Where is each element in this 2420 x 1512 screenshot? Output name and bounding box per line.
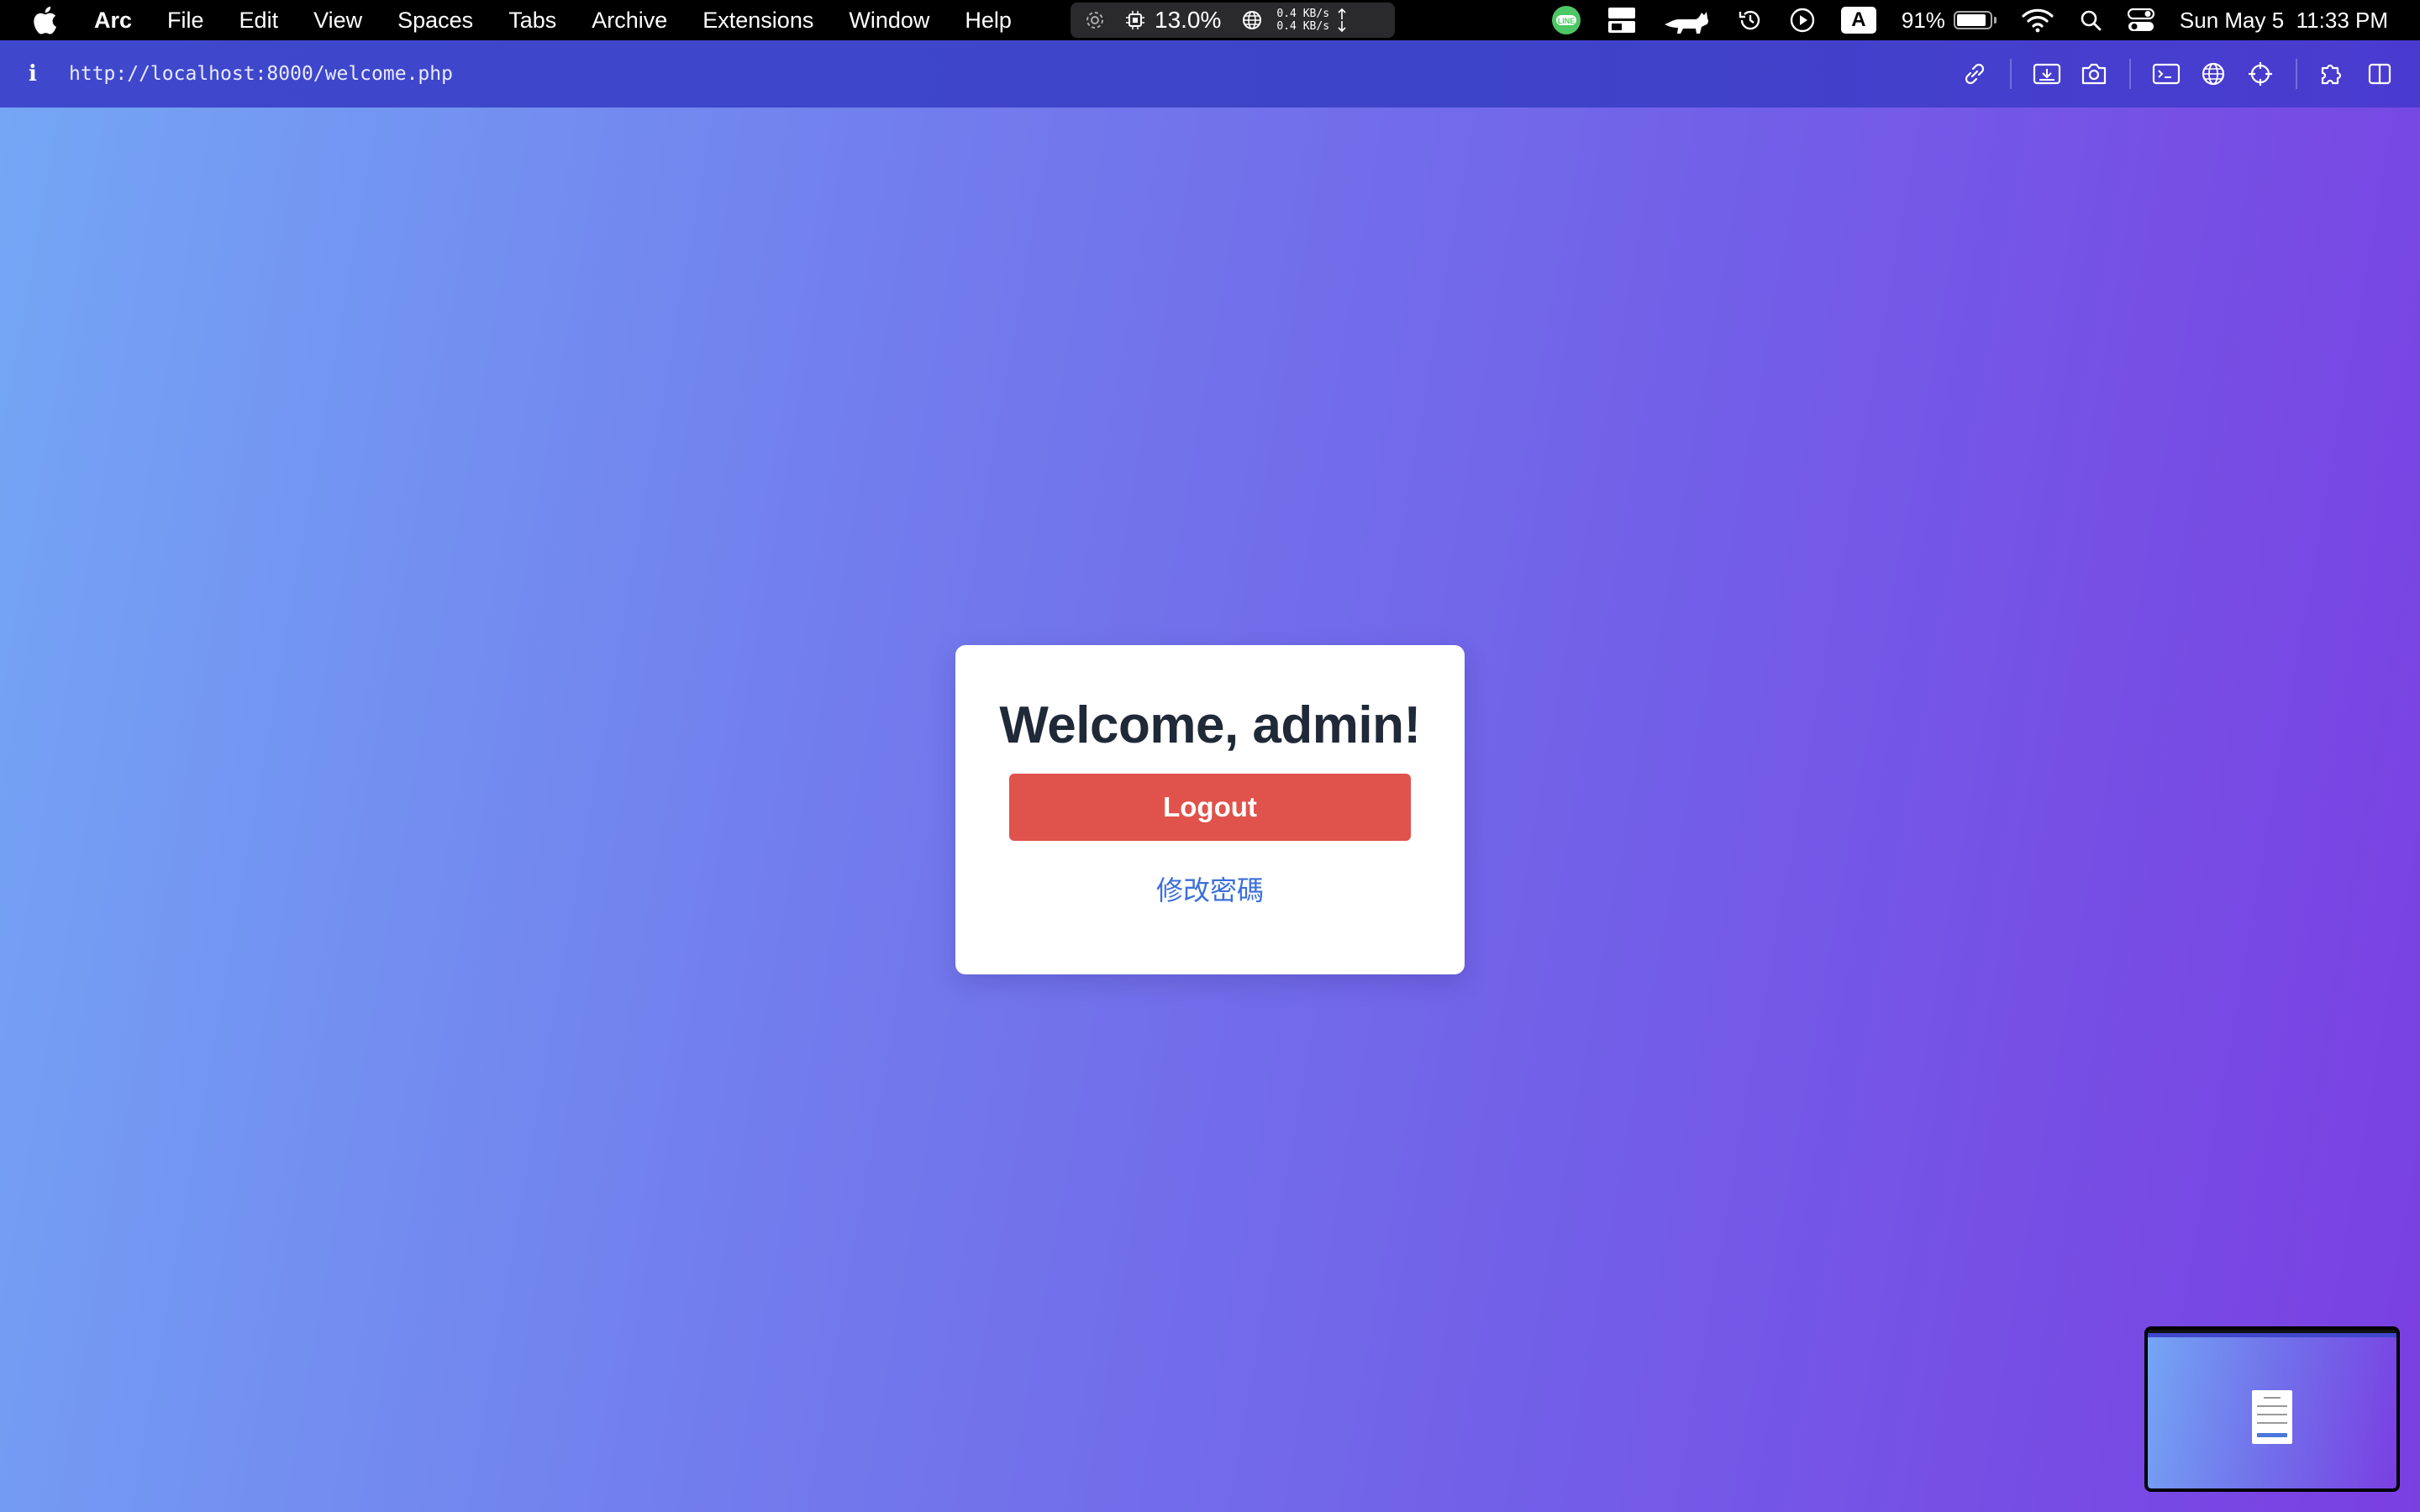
toolbar-divider bbox=[2296, 59, 2297, 89]
network-globe-icon bbox=[1239, 8, 1265, 33]
menu-help[interactable]: Help bbox=[965, 8, 1012, 34]
preview-screen bbox=[2148, 1330, 2396, 1488]
console-icon[interactable] bbox=[2143, 50, 2190, 97]
history-icon[interactable] bbox=[1737, 7, 1764, 34]
link-icon[interactable] bbox=[1951, 50, 1998, 97]
site-info-icon[interactable]: i bbox=[29, 61, 45, 87]
preview-login-card bbox=[2252, 1390, 2292, 1444]
menu-file[interactable]: File bbox=[167, 8, 204, 34]
screen-preview-thumbnail[interactable] bbox=[2144, 1326, 2400, 1492]
extensions-icon[interactable] bbox=[2309, 50, 2356, 97]
camera-icon[interactable] bbox=[2070, 50, 2118, 97]
welcome-heading: Welcome, admin! bbox=[999, 696, 1421, 754]
toolbar-divider bbox=[2129, 59, 2131, 89]
browser-toolbar: i http://localhost:8000/welcome.php bbox=[0, 40, 2420, 108]
toolbar-divider bbox=[2010, 59, 2012, 89]
split-view-icon[interactable] bbox=[2356, 50, 2403, 97]
network-rates: 0.4 KB/s 0.4 KB/s bbox=[1276, 8, 1329, 33]
capture-icon[interactable] bbox=[2023, 50, 2070, 97]
menu-window[interactable]: Window bbox=[849, 8, 929, 34]
menu-edit[interactable]: Edit bbox=[239, 8, 279, 34]
battery-percent: 91% bbox=[1901, 7, 1945, 33]
change-password-link[interactable]: 修改密碼 bbox=[1156, 869, 1264, 908]
url-bar[interactable]: http://localhost:8000/welcome.php bbox=[69, 63, 453, 85]
logout-button[interactable]: Logout bbox=[1009, 774, 1411, 841]
window-icon[interactable] bbox=[1607, 7, 1636, 34]
cpu-icon bbox=[1123, 8, 1148, 33]
page-viewport: Welcome, admin! Logout 修改密碼 bbox=[0, 108, 2420, 1512]
welcome-card: Welcome, admin! Logout 修改密碼 bbox=[955, 645, 1465, 974]
clock-datetime[interactable]: Sun May 5 11:33 PM bbox=[2180, 8, 2388, 34]
globe-icon[interactable] bbox=[2190, 50, 2237, 97]
menu-tabs[interactable]: Tabs bbox=[508, 8, 556, 34]
up-down-arrows-icon bbox=[1329, 8, 1355, 33]
spotlight-icon[interactable] bbox=[2079, 8, 2102, 32]
system-stats-widget[interactable]: 13.0% 0.4 KB/s 0.4 KB/s bbox=[1071, 3, 1395, 38]
menu-spaces[interactable]: Spaces bbox=[397, 8, 473, 34]
play-icon[interactable] bbox=[1789, 7, 1816, 34]
wifi-icon[interactable] bbox=[2022, 8, 2054, 33]
input-source-icon[interactable]: A bbox=[1840, 7, 1876, 34]
network-download-rate: 0.4 KB/s bbox=[1276, 20, 1330, 33]
menu-archive[interactable]: Archive bbox=[592, 8, 667, 34]
network-upload-rate: 0.4 KB/s bbox=[1276, 8, 1330, 20]
menu-bar: Arc File Edit View Spaces Tabs Archive E… bbox=[0, 0, 2420, 40]
svg-text:LINE: LINE bbox=[1558, 17, 1576, 25]
battery-icon[interactable] bbox=[1953, 11, 1996, 29]
toolbar-actions bbox=[1951, 40, 2403, 108]
line-icon[interactable]: LINE bbox=[1550, 4, 1582, 36]
apple-icon[interactable] bbox=[32, 3, 60, 37]
menu-app-name[interactable]: Arc bbox=[94, 8, 132, 34]
cat-icon[interactable] bbox=[1661, 6, 1712, 34]
menu-extensions[interactable]: Extensions bbox=[702, 8, 813, 34]
gear-icon bbox=[1082, 8, 1107, 33]
control-center-icon[interactable] bbox=[2127, 8, 2154, 33]
cpu-usage: 13.0% bbox=[1155, 7, 1222, 33]
target-icon[interactable] bbox=[2237, 50, 2284, 97]
menu-view[interactable]: View bbox=[313, 8, 362, 34]
